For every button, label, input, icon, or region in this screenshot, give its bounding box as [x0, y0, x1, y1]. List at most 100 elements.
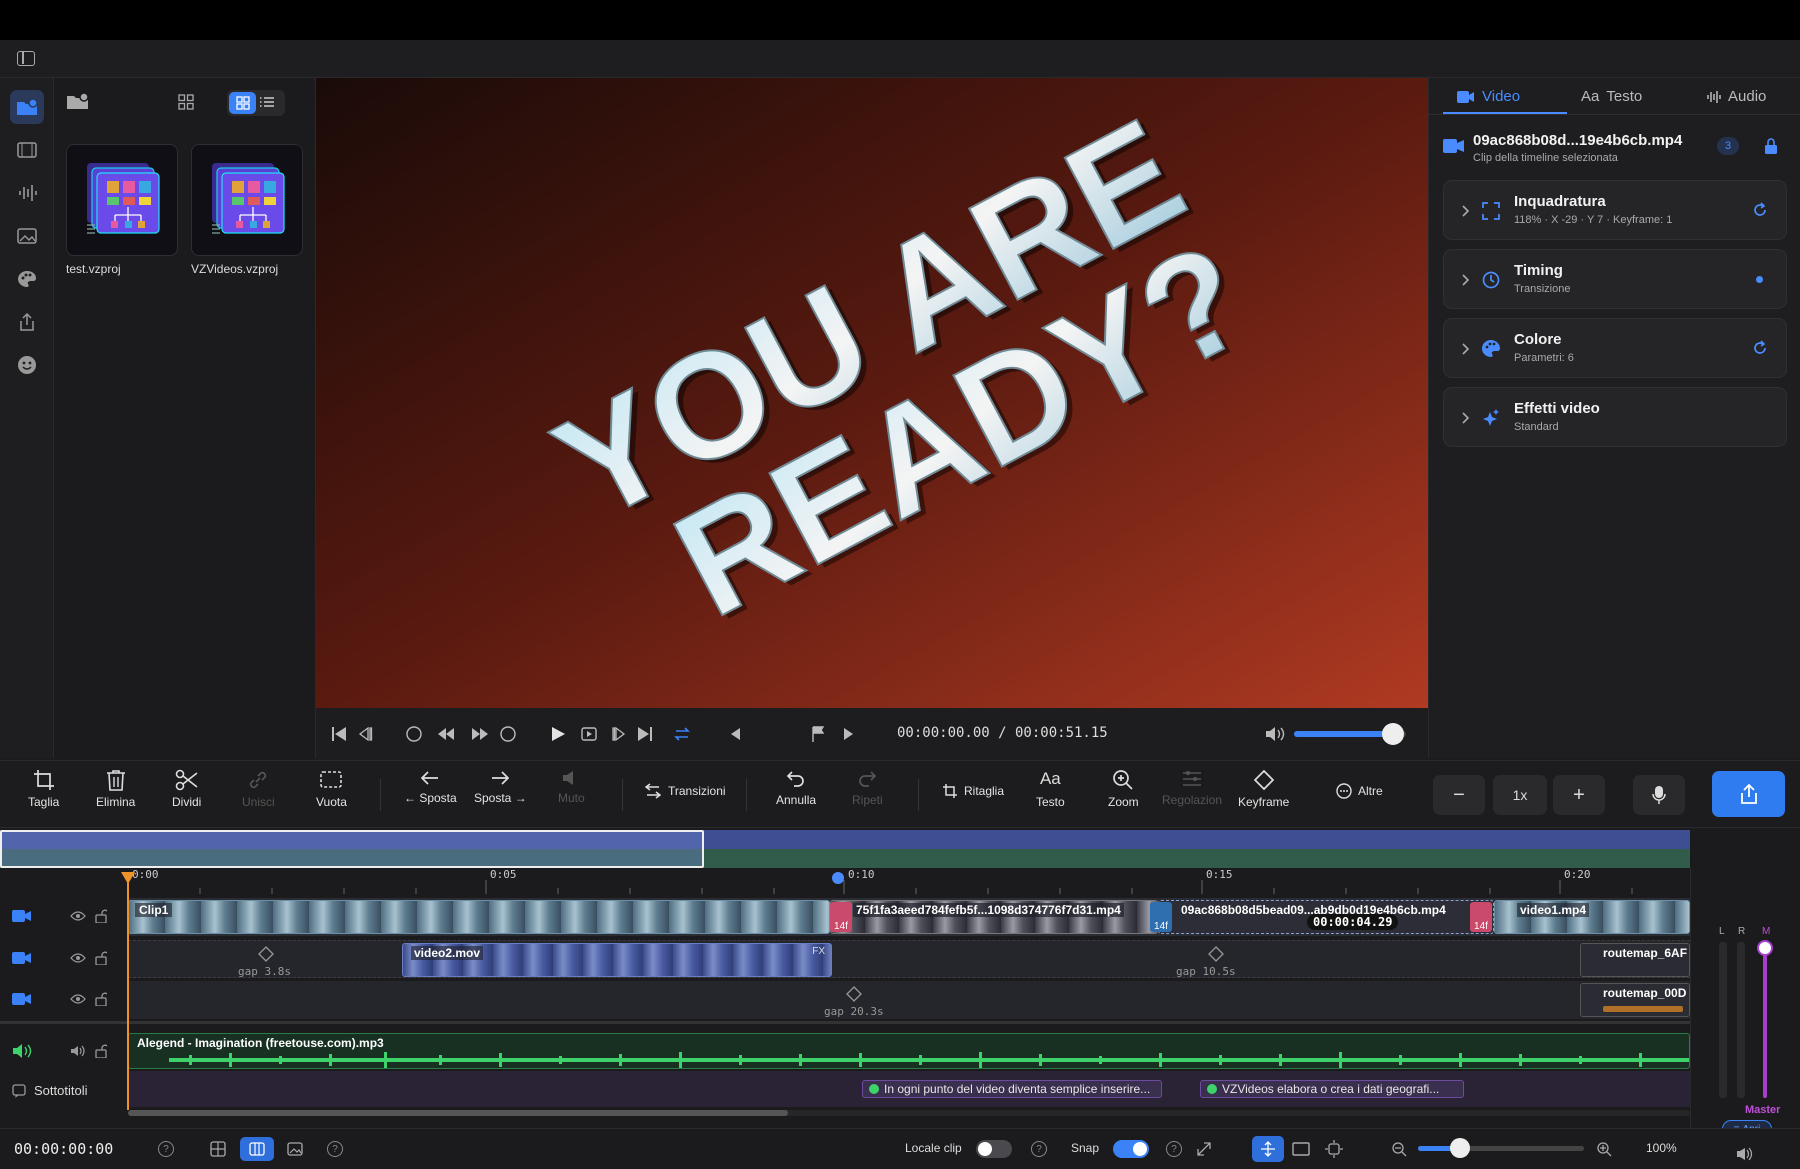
sidebar-toggle-icon[interactable] [17, 51, 35, 66]
new-folder-icon[interactable] [66, 92, 90, 115]
project-thumbnail[interactable] [66, 144, 178, 256]
grid-small-icon[interactable] [178, 94, 194, 115]
prev-marker-icon[interactable] [730, 725, 746, 743]
zoom-button[interactable]: Zoom [1108, 769, 1139, 809]
zoom-in-icon[interactable] [1596, 1141, 1612, 1157]
speaker-icon[interactable] [1736, 1147, 1754, 1161]
speed-increase-button[interactable]: + [1553, 775, 1605, 815]
image-icon[interactable] [10, 219, 44, 253]
ripeti-button[interactable]: Ripeti [852, 769, 883, 807]
scrollbar-thumb[interactable] [128, 1110, 788, 1116]
vuota-button[interactable]: Vuota [316, 769, 347, 809]
frame-icon[interactable] [1292, 1141, 1310, 1157]
eye-icon[interactable] [70, 994, 86, 1004]
regolazioni-button[interactable]: Regolazion [1162, 769, 1222, 807]
tab-audio[interactable]: Audio [1707, 88, 1766, 105]
section-colore[interactable]: Colore Parametri: 6 [1443, 318, 1787, 378]
sposta-destra-button[interactable]: Sposta → [474, 769, 527, 805]
play-selection-icon[interactable] [580, 725, 598, 743]
zoom-slider[interactable] [1418, 1138, 1584, 1158]
transition-badge[interactable]: 14f [1470, 902, 1492, 932]
step-forward-icon[interactable] [470, 725, 490, 743]
next-frame-icon[interactable] [612, 725, 630, 743]
clip-4[interactable]: video1.mp4 [1494, 900, 1690, 934]
transition-badge[interactable]: 14f [830, 902, 852, 932]
waveform-icon[interactable] [10, 176, 44, 210]
timeline-overview[interactable] [0, 830, 1690, 868]
clip-2[interactable]: 75f1fa3aeed784fefb5f...1098d374776f7d31.… [830, 900, 1158, 934]
muto-button[interactable]: Muto [558, 769, 585, 805]
lock-icon[interactable] [1765, 138, 1777, 154]
transizioni-button[interactable]: Transizioni [644, 783, 726, 799]
step-back-icon[interactable] [436, 725, 456, 743]
taglia-button[interactable]: Taglia [28, 769, 59, 809]
help-icon[interactable]: ? [1166, 1141, 1182, 1157]
video-track-2-lane[interactable]: gap 3.8s video2.mov FX gap 10.5s routema… [128, 940, 1690, 978]
tab-video[interactable]: Video [1457, 88, 1520, 105]
video-track-3-lane[interactable]: gap 20.3s routemap_00D [128, 981, 1690, 1019]
help-icon[interactable]: ? [327, 1141, 343, 1157]
unlock-icon[interactable] [95, 1044, 107, 1058]
tab-testo[interactable]: Aa Testo [1581, 88, 1642, 105]
zoom-out-icon[interactable] [1391, 1141, 1407, 1157]
unisci-button[interactable]: Unisci [242, 769, 275, 809]
section-timing[interactable]: Timing Transizione [1443, 249, 1787, 309]
section-inquadratura[interactable]: Inquadratura 118% · X -29 · Y 7 · Keyfra… [1443, 180, 1787, 240]
emoji-icon[interactable] [10, 348, 44, 382]
skip-start-icon[interactable] [330, 725, 350, 743]
routemap-clip[interactable]: routemap_00D [1580, 983, 1690, 1017]
reset-icon[interactable] [1752, 340, 1768, 356]
media-library-icon[interactable] [10, 90, 44, 124]
export-button[interactable] [1712, 771, 1785, 817]
audio-track-lane[interactable]: Alegend - Imagination (freetouse.com).mp… [128, 1033, 1690, 1069]
video2-clip[interactable]: video2.mov FX [402, 943, 832, 977]
image-icon[interactable] [287, 1141, 303, 1157]
grid-view-icon[interactable] [229, 92, 256, 114]
play-icon[interactable] [550, 723, 570, 745]
skip-end-icon[interactable] [636, 725, 656, 743]
unlock-icon[interactable] [95, 909, 107, 923]
timeline-scrollbar[interactable] [128, 1110, 1690, 1116]
unlock-icon[interactable] [95, 951, 107, 965]
fader-knob[interactable] [1757, 940, 1773, 956]
reset-icon[interactable] [1752, 202, 1768, 218]
overview-viewport[interactable] [0, 830, 704, 868]
clip-1[interactable]: Clip1 [128, 900, 830, 934]
loop-icon[interactable] [674, 725, 692, 743]
speed-decrease-button[interactable]: − [1433, 775, 1485, 815]
help-icon[interactable]: ? [158, 1141, 174, 1157]
expand-arrows-icon[interactable] [1196, 1141, 1212, 1157]
transition-badge[interactable]: 14f [1150, 902, 1172, 932]
fit-vertical-button[interactable] [1252, 1136, 1284, 1162]
eye-icon[interactable] [70, 911, 86, 921]
forward-5s-icon[interactable] [500, 725, 518, 743]
unlock-icon[interactable] [95, 992, 107, 1006]
share-icon[interactable] [10, 305, 44, 339]
subtitle-chip[interactable]: VZVideos elabora o crea i dati geografi.… [1200, 1080, 1464, 1098]
rewind-5s-icon[interactable] [406, 725, 424, 743]
project-thumbnail[interactable] [191, 144, 303, 256]
time-ruler[interactable]: 0:00 0:05 0:10 0:15 0:20 [128, 868, 1690, 894]
prev-frame-icon[interactable] [358, 725, 376, 743]
annulla-button[interactable]: Annulla [776, 769, 816, 807]
help-icon[interactable]: ? [1031, 1141, 1047, 1157]
palette-icon[interactable] [10, 262, 44, 296]
film-icon[interactable] [10, 133, 44, 167]
subtitle-chip[interactable]: In ogni punto del video diventa semplice… [862, 1080, 1162, 1098]
record-voice-button[interactable] [1633, 775, 1685, 815]
volume-icon[interactable] [1264, 725, 1286, 743]
elimina-button[interactable]: Elimina [96, 769, 135, 809]
testo-button[interactable]: Aa Testo [1036, 769, 1065, 809]
list-view-icon[interactable] [259, 94, 275, 115]
locale-clip-toggle[interactable] [976, 1140, 1012, 1158]
altre-button[interactable]: Altre [1336, 783, 1383, 799]
master-fader[interactable] [1757, 940, 1773, 1098]
video-track-1-lane[interactable]: Clip1 75f1fa3aeed784fefb5f...1098d374776… [128, 898, 1690, 936]
snap-toggle[interactable] [1113, 1140, 1149, 1158]
next-marker-icon[interactable] [842, 725, 860, 743]
routemap-clip[interactable]: routemap_6AF [1580, 943, 1690, 977]
video-preview[interactable]: YOU ARE YOU ARE READY? READY? [316, 78, 1428, 708]
grid-icon[interactable] [210, 1141, 226, 1157]
subtitle-track-lane[interactable]: In ogni punto del video diventa semplice… [128, 1071, 1690, 1107]
marker-flag-icon[interactable] [810, 725, 828, 743]
